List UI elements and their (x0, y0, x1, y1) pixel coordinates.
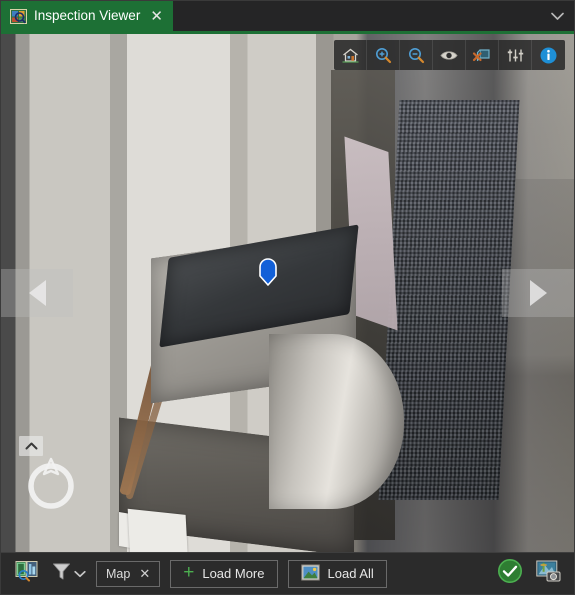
map-image-search-icon (15, 560, 39, 587)
info-icon (539, 46, 558, 65)
chevron-up-icon (25, 437, 38, 455)
home-icon (341, 46, 360, 65)
arrow-left-icon (28, 280, 46, 306)
arrow-right-icon (529, 280, 547, 306)
search-images-button[interactable] (13, 560, 41, 588)
adjustments-button[interactable] (499, 40, 532, 70)
zoom-in-button[interactable] (367, 40, 400, 70)
zoom-out-icon (407, 46, 426, 65)
filter-funnel-icon (51, 560, 72, 587)
load-all-label: Load All (327, 566, 374, 581)
compass-ring-icon (23, 457, 79, 516)
confirm-button[interactable] (496, 558, 524, 589)
next-image-button[interactable] (502, 269, 574, 317)
home-button[interactable] (334, 40, 367, 70)
close-icon[interactable]: ✕ (150, 9, 163, 24)
chevron-down-icon (550, 12, 564, 21)
tab-bar-spacer (172, 1, 540, 31)
inspection-viewer-window: Inspection Viewer ✕ Map ✕ + Load More Lo… (0, 0, 575, 595)
map-marker[interactable] (257, 258, 279, 290)
tab-inspection-viewer[interactable]: Inspection Viewer ✕ (1, 1, 173, 31)
zoom-in-icon (374, 46, 393, 65)
visibility-button[interactable] (433, 40, 466, 70)
tab-label: Inspection Viewer (34, 8, 141, 24)
load-more-label: Load More (202, 566, 265, 581)
map-marker-icon (257, 258, 279, 294)
delete-shape-icon (472, 46, 492, 65)
inspection-photo (1, 34, 574, 552)
camera-image-icon (535, 560, 561, 587)
zoom-out-button[interactable] (400, 40, 433, 70)
clear-shape-button[interactable] (466, 40, 499, 70)
photo-shape-duct-barrel (269, 334, 404, 509)
capture-button[interactable] (534, 560, 562, 588)
compass-expand-button[interactable] (19, 436, 43, 456)
filter-chip-map[interactable]: Map ✕ (96, 560, 161, 587)
tab-bar: Inspection Viewer ✕ (1, 1, 574, 31)
image-toolbar (334, 40, 565, 70)
photo-sticker-2 (127, 508, 189, 552)
filter-chip-label: Map (106, 566, 131, 581)
image-icon (300, 564, 320, 584)
bottom-toolbar: Map ✕ + Load More Load All (1, 552, 574, 594)
load-all-button[interactable]: Load All (287, 559, 387, 588)
plus-icon: + (183, 562, 195, 583)
compass-control[interactable] (23, 456, 79, 512)
chevron-down-icon (74, 565, 86, 583)
inspection-image-icon (10, 8, 27, 25)
info-button[interactable] (532, 40, 565, 70)
load-more-button[interactable]: + Load More (170, 559, 278, 588)
sliders-icon (506, 46, 525, 65)
previous-image-button[interactable] (1, 269, 73, 317)
close-icon[interactable]: ✕ (139, 566, 150, 582)
check-circle-icon (497, 558, 523, 589)
eye-icon (439, 46, 459, 65)
filter-dropdown[interactable] (51, 560, 86, 587)
image-viewer-canvas[interactable] (1, 34, 574, 552)
tab-overflow-button[interactable] (540, 1, 574, 31)
